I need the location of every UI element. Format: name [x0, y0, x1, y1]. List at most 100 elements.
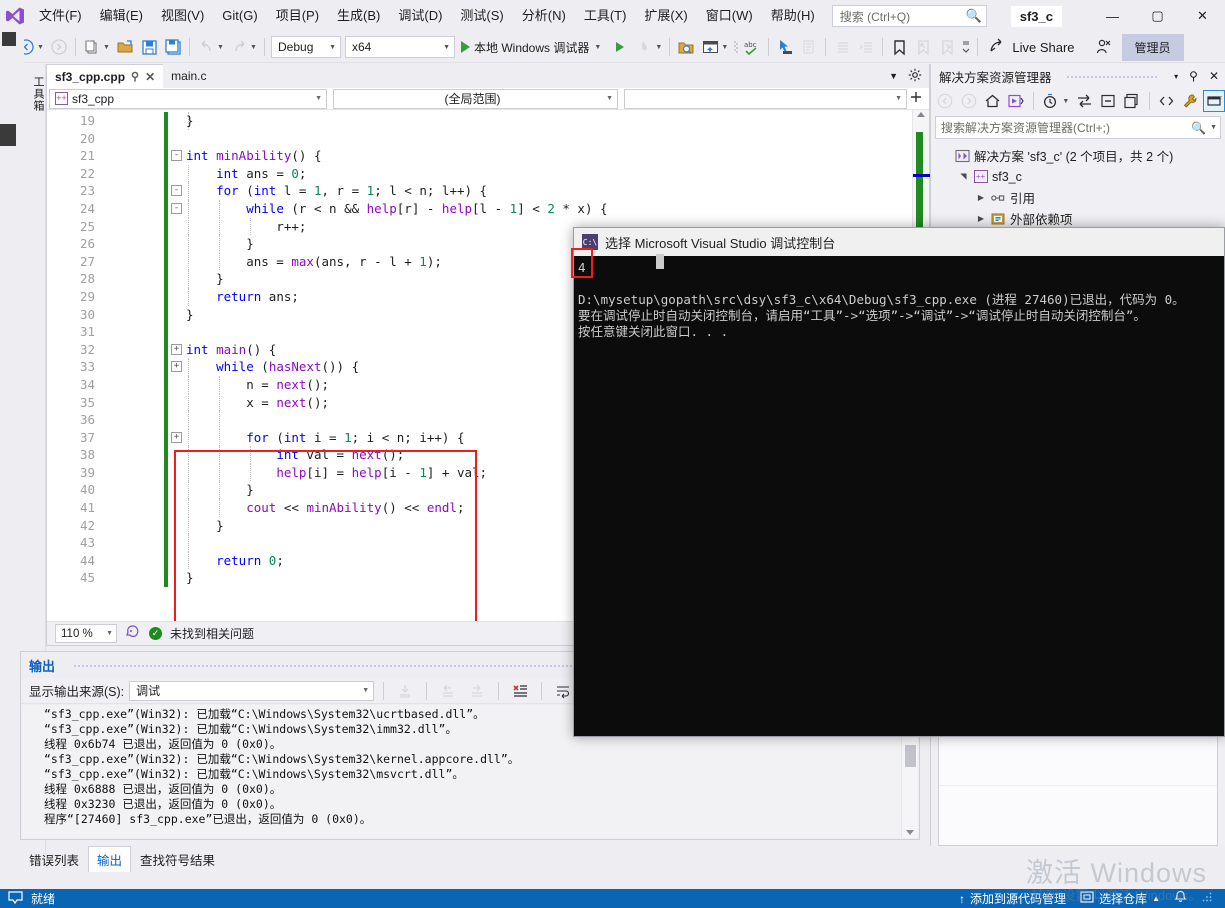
- search-input[interactable]: 搜索 (Ctrl+Q) 🔍: [831, 5, 987, 27]
- tab-error-list[interactable]: 错误列表: [20, 847, 88, 872]
- chevron-down-icon[interactable]: ▾: [1174, 72, 1178, 81]
- zoom-level-select[interactable]: 110 % ▼: [55, 624, 117, 643]
- fold-toggle-icon[interactable]: +: [171, 343, 182, 355]
- switch-views-icon[interactable]: [1005, 90, 1027, 112]
- menu-project[interactable]: 项目(P): [267, 0, 328, 32]
- toggle-word-wrap-icon[interactable]: [552, 680, 574, 702]
- toolbar-overflow-icon[interactable]: [960, 36, 972, 58]
- select-pointer-icon[interactable]: [774, 36, 796, 58]
- fold-toggle-icon[interactable]: +: [171, 361, 182, 373]
- solution-tree-node[interactable]: 解决方案 'sf3_c' (2 个项目，共 2 个): [931, 145, 1225, 166]
- fold-toggle-icon[interactable]: -: [171, 185, 182, 197]
- view-code-icon[interactable]: [1156, 90, 1178, 112]
- menu-edit[interactable]: 编辑(E): [91, 0, 152, 32]
- live-share-button[interactable]: Live Share: [982, 35, 1082, 59]
- code-line[interactable]: 20: [47, 129, 929, 148]
- close-icon[interactable]: ✕: [145, 70, 155, 84]
- open-file-icon[interactable]: [114, 36, 136, 58]
- hot-reload-dropdown-icon[interactable]: ▼: [655, 44, 663, 51]
- menu-tools[interactable]: 工具(T): [575, 0, 636, 32]
- pending-changes-icon[interactable]: [1040, 90, 1062, 112]
- tab-output[interactable]: 输出: [88, 846, 132, 872]
- fold-toggle-icon[interactable]: -: [171, 202, 182, 214]
- toolbox-tab-label[interactable]: 工具箱: [24, 72, 46, 112]
- properties-window-icon[interactable]: [1203, 90, 1225, 112]
- close-button[interactable]: ✕: [1180, 0, 1225, 32]
- solution-explorer-search-input[interactable]: 搜索解决方案资源管理器(Ctrl+;) 🔍 ▼: [935, 116, 1221, 139]
- code-line[interactable]: 19}: [47, 112, 929, 130]
- menu-file[interactable]: 文件(F): [30, 0, 91, 32]
- spell-check-icon[interactable]: abc: [741, 36, 763, 58]
- menu-build[interactable]: 生成(B): [328, 0, 389, 32]
- show-all-files-icon[interactable]: [1121, 90, 1143, 112]
- new-project-dropdown-icon[interactable]: ▼: [103, 44, 111, 51]
- editor-settings-gear-icon[interactable]: [908, 68, 922, 84]
- solution-platform-select[interactable]: x64 ▼: [345, 36, 455, 58]
- add-to-source-control-button[interactable]: ↑ 添加到源代码管理: [959, 890, 1066, 907]
- editor-tab-sf3-cpp[interactable]: sf3_cpp.cpp ⚲ ✕: [47, 64, 164, 88]
- code-line[interactable]: 23 - for (int l = 1, r = 1; l < n; l++) {: [47, 182, 929, 200]
- tab-list-chevron-icon[interactable]: ▼: [889, 71, 898, 81]
- solution-tree-node[interactable]: ▶ 外部依赖项: [931, 208, 1225, 229]
- solution-explorer-dropdown-icon[interactable]: ▼: [721, 44, 729, 51]
- code-line[interactable]: 22 int ans = 0;: [47, 164, 929, 183]
- save-all-icon[interactable]: [162, 36, 184, 58]
- menu-window[interactable]: 窗口(W): [697, 0, 762, 32]
- save-icon[interactable]: [138, 36, 160, 58]
- menu-debug[interactable]: 调试(D): [389, 0, 451, 32]
- collapse-all-icon[interactable]: [1097, 90, 1119, 112]
- tree-expander-icon[interactable]: ◢: [959, 171, 968, 183]
- intellisense-icon[interactable]: [125, 624, 141, 643]
- select-repository-button[interactable]: 选择仓库 ▲: [1080, 890, 1160, 907]
- tab-find-symbol-results[interactable]: 查找符号结果: [131, 847, 224, 872]
- send-feedback-icon[interactable]: [1093, 36, 1115, 58]
- menu-test[interactable]: 测试(S): [451, 0, 512, 32]
- solution-tree-node[interactable]: ▶ 引用: [931, 187, 1225, 208]
- sync-with-active-document-icon[interactable]: [1074, 90, 1096, 112]
- navbar-project-select[interactable]: ++ sf3_cpp ▼: [49, 88, 327, 109]
- fold-toggle-icon[interactable]: +: [171, 431, 182, 443]
- maximize-button[interactable]: ▢: [1135, 0, 1180, 32]
- start-without-debugging-icon[interactable]: [609, 36, 631, 58]
- code-line[interactable]: 24 - while (r < n && help[r] - help[l - 1…: [47, 199, 929, 218]
- menu-view[interactable]: 视图(V): [152, 0, 213, 32]
- scroll-up-icon[interactable]: [917, 112, 925, 117]
- properties-wrench-icon[interactable]: [1179, 90, 1201, 112]
- tree-expander-icon[interactable]: ▶: [975, 214, 987, 223]
- toggle-bookmark-icon[interactable]: [888, 36, 910, 58]
- pin-icon[interactable]: ⚲: [1189, 69, 1198, 83]
- pin-icon[interactable]: ⚲: [131, 70, 139, 83]
- scroll-thumb[interactable]: [905, 745, 916, 767]
- solution-tree-node[interactable]: ◢ ++ sf3_c: [931, 166, 1225, 187]
- search-icon[interactable]: 🔍: [966, 8, 982, 24]
- chevron-down-icon[interactable]: ▼: [594, 44, 602, 51]
- resize-grip-icon[interactable]: [1201, 891, 1213, 906]
- solution-explorer-home-icon[interactable]: [699, 36, 721, 58]
- scroll-down-icon[interactable]: [906, 830, 914, 835]
- menu-extensions[interactable]: 扩展(X): [635, 0, 696, 32]
- select-folder-search-icon[interactable]: [675, 36, 697, 58]
- tree-expander-icon[interactable]: ▶: [975, 193, 987, 202]
- home-icon[interactable]: [981, 90, 1003, 112]
- minimize-button[interactable]: —: [1090, 0, 1135, 32]
- notifications-button[interactable]: [1174, 890, 1187, 907]
- close-icon[interactable]: ✕: [1209, 69, 1219, 83]
- split-view-icon[interactable]: [907, 90, 925, 107]
- clear-output-icon[interactable]: [509, 680, 531, 702]
- code-line[interactable]: 21 - int minAbility() {: [47, 147, 929, 165]
- chevron-down-icon[interactable]: ▼: [1210, 124, 1217, 131]
- navbar-scope-select[interactable]: (全局范围) ▼: [333, 88, 618, 109]
- menu-git[interactable]: Git(G): [213, 0, 266, 32]
- navigate-backward-dropdown-icon[interactable]: ▼: [37, 44, 45, 51]
- console-output[interactable]: 4 D:\mysetup\gopath\src\dsy\sf3_c\x64\De…: [574, 256, 1224, 736]
- menu-help[interactable]: 帮助(H): [762, 0, 824, 32]
- fold-toggle-icon[interactable]: -: [171, 150, 182, 162]
- solution-tree[interactable]: 解决方案 'sf3_c' (2 个项目，共 2 个) ◢ ++ sf3_c ▶ 引用 ▶ 外部…: [931, 139, 1225, 229]
- new-project-icon[interactable]: [81, 36, 103, 58]
- navbar-member-select[interactable]: ▼: [624, 88, 907, 109]
- output-source-select[interactable]: 调试 ▼: [129, 680, 375, 701]
- start-debugging-button[interactable]: 本地 Windows 调试器 ▼: [457, 36, 608, 58]
- debug-console-window[interactable]: C:\ 选择 Microsoft Visual Studio 调试控制台 4 D…: [571, 227, 1225, 737]
- menu-analyze[interactable]: 分析(N): [513, 0, 575, 32]
- solution-configuration-select[interactable]: Debug ▼: [271, 36, 341, 58]
